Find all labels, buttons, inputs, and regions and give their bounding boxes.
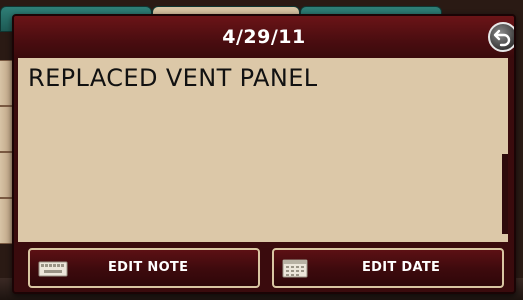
- back-arrow-icon: [493, 29, 511, 47]
- screen: 4/29/11 REPLACED VENT PANEL EDIT NOTE ED…: [0, 0, 523, 300]
- note-content-area: REPLACED VENT PANEL: [18, 58, 508, 242]
- back-button[interactable]: [488, 22, 514, 52]
- edit-date-label: EDIT DATE: [362, 260, 441, 275]
- scroll-indicator: [502, 154, 508, 234]
- edit-date-button[interactable]: EDIT DATE: [272, 248, 504, 288]
- note-text: REPLACED VENT PANEL: [28, 64, 318, 92]
- edit-note-button[interactable]: EDIT NOTE: [28, 248, 260, 288]
- dialog-footer: EDIT NOTE EDIT DATE: [14, 242, 514, 292]
- dialog-title-date: 4/29/11: [222, 26, 306, 48]
- edit-note-label: EDIT NOTE: [108, 260, 189, 275]
- keyboard-icon: [38, 261, 68, 277]
- note-dialog: 4/29/11 REPLACED VENT PANEL EDIT NOTE ED…: [12, 14, 516, 294]
- calendar-icon: [282, 259, 308, 278]
